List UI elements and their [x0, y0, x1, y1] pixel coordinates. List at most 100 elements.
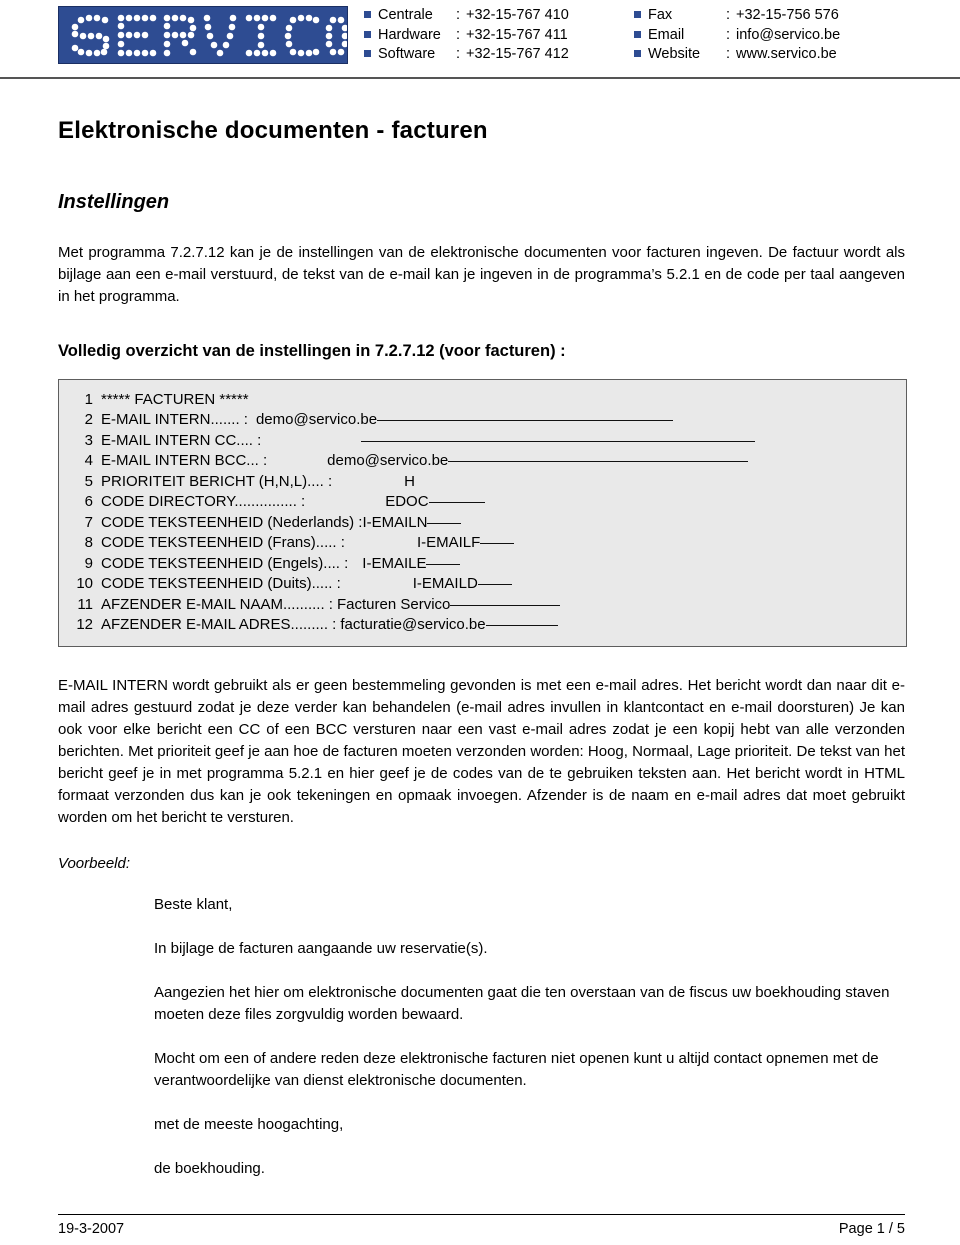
explanation-paragraph: E-MAIL INTERN wordt gebruikt als er geen…: [58, 676, 905, 826]
contact-value: www.servico.be: [736, 46, 837, 62]
contact-row-email: Email : info@servico.be: [634, 26, 840, 46]
settings-line: 11 AFZENDER E-MAIL NAAM.......... : Factur…: [59, 595, 898, 616]
example-letter: Beste klant, In bijlage de facturen aanga…: [154, 894, 905, 1180]
document-body: Elektronische documenten - facturen Inst…: [0, 117, 960, 1180]
settings-line-value: demo@servico.be: [255, 411, 378, 428]
settings-line-label: CODE DIRECTORY............... :: [101, 493, 306, 510]
settings-line-number: 12: [76, 616, 93, 633]
settings-line-underline: [361, 440, 756, 442]
contact-row-website: Website : www.servico.be: [634, 45, 840, 65]
contact-label: Hardware: [378, 26, 441, 43]
page-title: Elektronische documenten - facturen: [58, 116, 488, 144]
contact-column-left: Centrale : +32-15-767 410 Hardware : +32…: [364, 6, 634, 65]
bullet-square-icon: [364, 30, 371, 38]
contact-separator: :: [726, 46, 731, 62]
contact-row-software: Software : +32-15-767 412: [364, 45, 634, 65]
settings-line-value: I-EMAILD: [412, 575, 478, 592]
settings-line-underline: [426, 563, 461, 565]
intro-paragraph: Met programma 7.2.7.12 kan je de instell…: [58, 243, 905, 305]
settings-line-number: 3: [84, 431, 93, 449]
contact-value: +32-15-767 411: [466, 26, 568, 43]
header-divider: [0, 76, 960, 79]
servico-dotmatrix-logo-icon: [71, 14, 347, 57]
servico-logo: [58, 6, 348, 64]
settings-line-underline: [477, 584, 512, 585]
settings-line-value: H: [404, 472, 415, 490]
settings-line-underline: [427, 522, 462, 524]
contact-separator: :: [456, 7, 461, 23]
footer-page-number: Page 1 / 5: [838, 1221, 905, 1237]
settings-line-label: E-MAIL INTERN BCC... :: [101, 452, 268, 469]
settings-line: 2 E-MAIL INTERN....... : demo@servico.be: [59, 410, 898, 431]
page-footer: 19-3-2007 Page 1 / 5: [58, 1214, 905, 1237]
example-letter-paragraph: met de meeste hoogachting,: [154, 1115, 344, 1133]
settings-line-number: 7: [84, 513, 93, 531]
settings-line-number: 1: [84, 390, 93, 408]
footer-divider: [58, 1214, 905, 1215]
settings-line-value: Facturen Servico: [336, 595, 451, 613]
settings-line: 9 CODE TEKSTEENHEID (Engels).... : I-EMAIL…: [59, 554, 898, 575]
example-letter-paragraph: de boekhouding.: [154, 1159, 265, 1177]
settings-line-number: 11: [77, 595, 93, 613]
settings-line: 5 PRIORITEIT BERICHT (H,N,L).... : H: [59, 472, 898, 493]
settings-line-underline: [485, 625, 558, 626]
contact-value: info@servico.be: [736, 26, 841, 43]
settings-line-number: 4: [84, 452, 93, 469]
page-subtitle: Instellingen: [58, 190, 170, 213]
contact-separator: :: [456, 46, 461, 62]
settings-line: 10 CODE TEKSTEENHEID (Duits)..... : I-EMAI…: [59, 574, 898, 595]
settings-line-underline: [428, 502, 485, 503]
contact-value: +32-15-767 412: [466, 46, 569, 62]
contact-label: Website: [648, 46, 701, 62]
settings-line-value: EDOC: [385, 493, 429, 510]
example-letter-paragraph: In bijlage de facturen aangaande uw rese…: [154, 939, 488, 957]
settings-line-number: 10: [76, 575, 93, 592]
contact-info: Centrale : +32-15-767 410 Hardware : +32…: [364, 6, 960, 65]
voorbeeld-label: Voorbeeld:: [58, 854, 130, 872]
footer-date: 19-3-2007: [58, 1221, 125, 1237]
settings-line-label: E-MAIL INTERN CC.... :: [101, 431, 262, 449]
settings-line: 7 CODE TEKSTEENHEID (Nederlands) : I-EMAIL…: [59, 513, 898, 534]
contact-value: +32-15-767 410: [466, 7, 569, 23]
settings-line-underline: [377, 420, 674, 421]
contact-label: Centrale: [378, 7, 433, 23]
settings-line-number: 8: [84, 534, 93, 551]
settings-block: 1 ***** FACTUREN ***** 2 E-MAIL INTERN.....…: [58, 378, 907, 647]
bullet-square-icon: [634, 50, 641, 57]
contact-separator: :: [726, 26, 731, 43]
settings-line: 1 ***** FACTUREN *****: [59, 390, 898, 411]
bullet-square-icon: [364, 50, 371, 57]
bullet-square-icon: [634, 30, 641, 38]
settings-line-number: 2: [84, 411, 93, 428]
settings-line-value: I-EMAILE: [362, 554, 427, 572]
settings-line-label: CODE TEKSTEENHEID (Frans)..... :: [101, 534, 345, 551]
example-letter-paragraph: Beste klant,: [154, 895, 233, 913]
settings-line-number: 6: [84, 493, 93, 510]
contact-label: Email: [648, 26, 685, 43]
contact-value: +32-15-756 576: [736, 7, 839, 23]
settings-line-value: I-EMAILN: [362, 513, 428, 531]
contact-row-fax: Fax : +32-15-756 576: [634, 6, 840, 26]
settings-line-value: demo@servico.be: [327, 452, 449, 469]
settings-line-underline: [448, 461, 749, 462]
contact-label: Fax: [648, 7, 673, 23]
settings-line-value: I-EMAILF: [416, 534, 481, 551]
contact-row-hardware: Hardware : +32-15-767 411: [364, 26, 634, 46]
settings-line: 12 AFZENDER E-MAIL ADRES......... : factur…: [59, 615, 898, 636]
settings-line-underline: [450, 604, 561, 606]
settings-line: 3 E-MAIL INTERN CC.... :: [59, 431, 898, 452]
settings-line-label: PRIORITEIT BERICHT (H,N,L).... :: [101, 472, 333, 490]
contact-row-centrale: Centrale : +32-15-767 410: [364, 6, 634, 26]
example-letter-paragraph: Aangezien het hier om elektronische docu…: [154, 983, 890, 1023]
settings-line-label: CODE TEKSTEENHEID (Engels).... :: [101, 554, 349, 572]
contact-column-right: Fax : +32-15-756 576 Email : info@servic…: [634, 6, 840, 65]
contact-separator: :: [456, 26, 461, 43]
contact-separator: :: [726, 7, 731, 23]
bullet-square-icon: [364, 11, 371, 18]
settings-line-label: CODE TEKSTEENHEID (Duits)..... :: [101, 575, 341, 592]
settings-line: 6 CODE DIRECTORY............... : EDOC: [59, 492, 898, 513]
settings-line-label: E-MAIL INTERN....... :: [101, 411, 248, 428]
settings-line: 8 CODE TEKSTEENHEID (Frans)..... : I-EMAIL…: [59, 533, 898, 554]
settings-line-label: AFZENDER E-MAIL NAAM.......... :: [101, 595, 333, 613]
settings-line: 4 E-MAIL INTERN BCC... : demo@servico.be: [59, 451, 898, 472]
